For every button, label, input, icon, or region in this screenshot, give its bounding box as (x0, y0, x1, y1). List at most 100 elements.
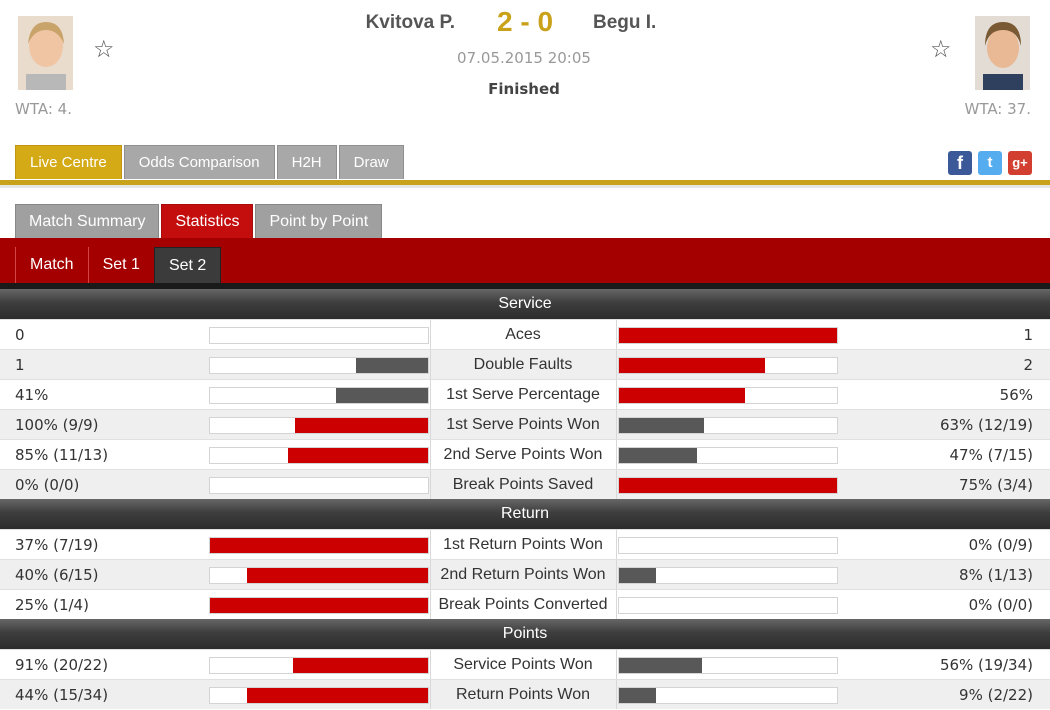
set-tab-match[interactable]: Match (15, 247, 88, 283)
stat-left-bar-fill (247, 568, 428, 583)
match-status: Finished (488, 80, 560, 98)
facebook-icon[interactable]: f (948, 151, 972, 175)
stat-left-bar (209, 327, 429, 344)
stat-right-bar-fill (619, 388, 746, 403)
stat-right-bar (618, 537, 838, 554)
stat-right-value: 56% (19/34) (939, 656, 1033, 674)
stat-right-bar (618, 417, 838, 434)
column-divider (616, 590, 617, 619)
stat-left-value: 85% (11/13) (15, 446, 109, 464)
stat-label: Aces (505, 326, 541, 343)
stat-right-value: 75% (3/4) (959, 476, 1033, 494)
stat-right-bar (618, 477, 838, 494)
subtab-statistics[interactable]: Statistics (161, 204, 254, 238)
stat-row: 100% (9/9) 1st Serve Points Won 63% (12/19… (0, 409, 1050, 439)
stat-left-bar (209, 537, 429, 554)
column-divider (616, 380, 617, 409)
stat-left-value: 44% (15/34) (15, 686, 109, 704)
stat-right-value: 2 (1023, 356, 1033, 374)
statistics-table: Service 0 Aces 1 1 Double Faults 2 41% 1st Serve… (0, 289, 1050, 709)
section-header-return: Return (0, 499, 1050, 529)
stat-right-value: 56% (999, 386, 1033, 404)
favorite-left-star-icon[interactable]: ☆ (93, 37, 115, 61)
stat-row: 0% (0/0) Break Points Saved 75% (3/4) (0, 469, 1050, 499)
stat-row: 37% (7/19) 1st Return Points Won 0% (0/9) (0, 529, 1050, 559)
stat-left-bar (209, 447, 429, 464)
column-divider (616, 320, 617, 349)
stat-label: Return Points Won (456, 686, 590, 703)
stat-left-value: 40% (6/15) (15, 566, 99, 584)
section-header-points: Points (0, 619, 1050, 649)
stat-right-bar (618, 387, 838, 404)
stat-right-bar (618, 357, 838, 374)
stat-row: 40% (6/15) 2nd Return Points Won 8% (1/13) (0, 559, 1050, 589)
stat-right-bar-fill (619, 358, 766, 373)
stat-left-bar-fill (336, 388, 428, 403)
stat-label: Break Points Saved (452, 476, 594, 493)
stat-right-bar-fill (619, 688, 657, 703)
stat-right-value: 1 (1023, 326, 1033, 344)
stat-label: 1st Return Points Won (443, 536, 603, 553)
set-tab-set-2[interactable]: Set 2 (153, 247, 222, 284)
stat-left-bar (209, 477, 429, 494)
stat-left-bar (209, 567, 429, 584)
stat-left-bar (209, 687, 429, 704)
stat-left-value: 0 (15, 326, 25, 344)
stat-right-bar (618, 687, 838, 704)
column-divider (616, 350, 617, 379)
stat-right-bar-fill (619, 478, 837, 493)
tab-draw[interactable]: Draw (338, 145, 404, 179)
stat-left-bar-fill (295, 418, 428, 433)
stat-left-value: 41% (15, 386, 49, 404)
stat-row: 41% 1st Serve Percentage 56% (0, 379, 1050, 409)
stat-left-bar-fill (210, 598, 428, 613)
player-left-name[interactable]: Kvitova P. (366, 12, 455, 34)
player-left-photo[interactable] (18, 16, 73, 90)
subtab-point-by-point[interactable]: Point by Point (255, 204, 383, 238)
stat-left-bar (209, 597, 429, 614)
stat-right-bar (618, 447, 838, 464)
column-divider (616, 560, 617, 589)
tab-odds-comparison[interactable]: Odds Comparison (123, 145, 275, 179)
match-score: 2 - 0 (496, 6, 554, 37)
stat-left-value: 100% (9/9) (15, 416, 99, 434)
subtab-match-summary[interactable]: Match Summary (15, 204, 160, 238)
stat-right-bar-fill (619, 568, 657, 583)
stat-left-bar-fill (356, 358, 428, 373)
match-datetime: 07.05.2015 20:05 (457, 49, 591, 67)
stat-right-value: 0% (0/0) (968, 596, 1033, 614)
stat-left-bar-fill (288, 448, 428, 463)
set-tabs: Match Set 1 Set 2 (15, 247, 222, 284)
stat-left-bar (209, 387, 429, 404)
stat-left-bar (209, 657, 429, 674)
stat-right-bar (618, 657, 838, 674)
column-divider (616, 680, 617, 709)
set-tab-set-1[interactable]: Set 1 (87, 247, 154, 283)
tabs-shadow (0, 185, 1050, 188)
player-right-photo[interactable] (975, 16, 1030, 90)
tab-live-centre[interactable]: Live Centre (15, 145, 122, 179)
stat-row: 1 Double Faults 2 (0, 349, 1050, 379)
player-left-rank: WTA: 4. (15, 100, 72, 118)
stat-label: Break Points Converted (438, 596, 608, 613)
tab-h2h[interactable]: H2H (276, 145, 337, 179)
stat-left-bar (209, 357, 429, 374)
stat-right-bar (618, 327, 838, 344)
stat-label: Service Points Won (453, 656, 593, 673)
stat-right-bar-fill (619, 328, 837, 343)
stat-left-bar-fill (247, 688, 428, 703)
stat-label: 1st Serve Points Won (446, 416, 600, 433)
stat-right-value: 0% (0/9) (968, 536, 1033, 554)
player-right-name[interactable]: Begu I. (593, 12, 656, 34)
stat-label: Double Faults (473, 356, 573, 373)
stat-right-value: 9% (2/22) (959, 686, 1033, 704)
stat-row: 0 Aces 1 (0, 319, 1050, 349)
favorite-right-star-icon[interactable]: ☆ (930, 37, 952, 61)
stat-left-value: 1 (15, 356, 25, 374)
stat-label: 2nd Serve Points Won (443, 446, 603, 463)
stat-row: 85% (11/13) 2nd Serve Points Won 47% (7/15… (0, 439, 1050, 469)
column-divider (616, 470, 617, 499)
main-tabs: Live Centre Odds Comparison H2H Draw (15, 145, 406, 180)
twitter-icon[interactable]: t (978, 151, 1002, 175)
googleplus-icon[interactable]: g+ (1008, 151, 1032, 175)
